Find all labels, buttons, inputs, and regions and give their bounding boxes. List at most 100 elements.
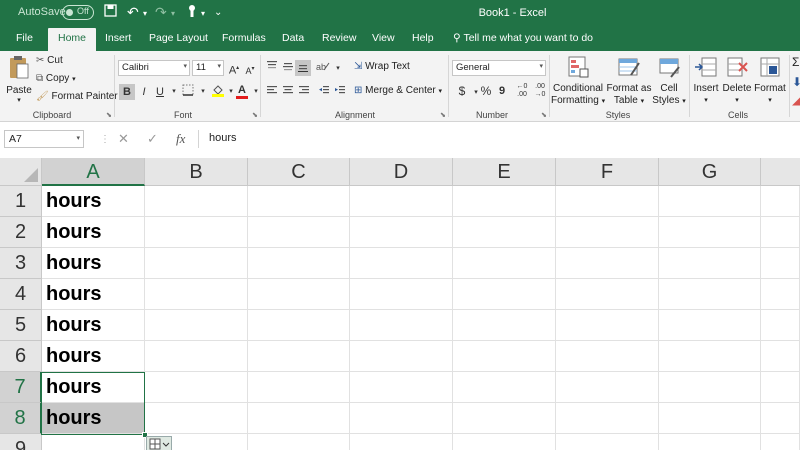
cell-d6[interactable]: [350, 341, 453, 372]
column-header-c[interactable]: C: [248, 158, 350, 186]
column-header-g[interactable]: G: [659, 158, 761, 186]
decrease-decimal-icon[interactable]: .00 →0: [532, 83, 548, 99]
tab-file[interactable]: File: [16, 32, 33, 44]
cell-f8[interactable]: [556, 403, 659, 434]
borders-dropdown-icon[interactable]: ▾: [195, 84, 211, 100]
copy-button[interactable]: ⧉ Copy ▾: [36, 73, 76, 84]
tab-review[interactable]: Review: [322, 32, 356, 44]
cell-a7[interactable]: hours: [42, 372, 145, 403]
column-header-b[interactable]: B: [145, 158, 248, 186]
cell-b2[interactable]: [145, 217, 248, 248]
comma-button[interactable]: 9: [494, 83, 510, 99]
cell-b7[interactable]: [145, 372, 248, 403]
cell-h3[interactable]: [761, 248, 800, 279]
row-header-8[interactable]: 8: [0, 403, 42, 434]
decrease-font-icon[interactable]: A▾: [242, 61, 258, 77]
cell-e4[interactable]: [453, 279, 556, 310]
autosum-icon[interactable]: Σ: [792, 55, 799, 69]
font-color-dropdown-icon[interactable]: ▾: [248, 84, 264, 100]
tell-me-search[interactable]: ⚲ Tell me what you want to do: [453, 32, 593, 44]
tab-formulas[interactable]: Formulas: [222, 32, 266, 44]
cell-c9[interactable]: [248, 434, 350, 450]
cell-b4[interactable]: [145, 279, 248, 310]
italic-button[interactable]: I: [136, 84, 152, 100]
insert-cells-button[interactable]: Insert ▾: [692, 55, 720, 107]
cell-f1[interactable]: [556, 186, 659, 217]
percent-button[interactable]: %: [478, 83, 494, 99]
name-box[interactable]: A7 ▾: [4, 130, 84, 148]
bottom-align-icon[interactable]: [295, 60, 311, 76]
number-format-combo[interactable]: General ▾: [452, 60, 546, 76]
cell-e2[interactable]: [453, 217, 556, 248]
fill-down-icon[interactable]: ⬇: [792, 75, 800, 89]
quick-analysis-button[interactable]: [146, 436, 172, 450]
cell-a5[interactable]: hours: [42, 310, 145, 341]
cell-a9[interactable]: [42, 434, 145, 450]
cell-a8[interactable]: hours: [42, 403, 145, 434]
row-header-6[interactable]: 6: [0, 341, 42, 372]
font-name-combo[interactable]: Calibri ▾: [118, 60, 190, 76]
tab-page-layout[interactable]: Page Layout: [149, 32, 208, 44]
cell-g2[interactable]: [659, 217, 761, 248]
cell-c2[interactable]: [248, 217, 350, 248]
cell-g9[interactable]: [659, 434, 761, 450]
bold-button[interactable]: B: [119, 84, 135, 100]
cell-d4[interactable]: [350, 279, 453, 310]
cell-a3[interactable]: hours: [42, 248, 145, 279]
row-header-3[interactable]: 3: [0, 248, 42, 279]
row-header-2[interactable]: 2: [0, 217, 42, 248]
column-header-d[interactable]: D: [350, 158, 453, 186]
cell-h7[interactable]: [761, 372, 800, 403]
delete-cells-button[interactable]: Delete ▾: [722, 55, 752, 107]
cell-h4[interactable]: [761, 279, 800, 310]
cell-e6[interactable]: [453, 341, 556, 372]
cell-h8[interactable]: [761, 403, 800, 434]
cell-e8[interactable]: [453, 403, 556, 434]
format-as-table-button[interactable]: Format as Table ▾: [606, 55, 652, 108]
cell-g6[interactable]: [659, 341, 761, 372]
row-header-4[interactable]: 4: [0, 279, 42, 310]
cell-g5[interactable]: [659, 310, 761, 341]
increase-indent-icon[interactable]: [332, 84, 348, 100]
align-right-icon[interactable]: [296, 84, 312, 100]
cell-b6[interactable]: [145, 341, 248, 372]
cell-c5[interactable]: [248, 310, 350, 341]
format-painter-button[interactable]: 🖌 Format Painter: [36, 91, 118, 102]
cell-d9[interactable]: [350, 434, 453, 450]
tab-view[interactable]: View: [372, 32, 395, 44]
cell-f7[interactable]: [556, 372, 659, 403]
cancel-icon[interactable]: ✕: [118, 131, 129, 147]
number-launcher-icon[interactable]: ⬊: [541, 111, 547, 119]
cell-d5[interactable]: [350, 310, 453, 341]
cell-d8[interactable]: [350, 403, 453, 434]
cut-button[interactable]: ✂ Cut: [36, 55, 63, 66]
merge-center-button[interactable]: ⊞ Merge & Center ▾: [354, 85, 442, 96]
cell-g3[interactable]: [659, 248, 761, 279]
cell-g7[interactable]: [659, 372, 761, 403]
cell-c7[interactable]: [248, 372, 350, 403]
increase-font-icon[interactable]: A▴: [226, 60, 242, 77]
cell-h9[interactable]: [761, 434, 800, 450]
tab-data[interactable]: Data: [282, 32, 304, 44]
alignment-launcher-icon[interactable]: ⬊: [440, 111, 446, 119]
middle-align-icon[interactable]: [280, 60, 296, 76]
tab-help[interactable]: Help: [412, 32, 434, 44]
cell-f4[interactable]: [556, 279, 659, 310]
formula-bar-splitter[interactable]: ⋮: [100, 134, 110, 145]
clipboard-launcher-icon[interactable]: ⬊: [106, 111, 112, 119]
select-all-button[interactable]: [0, 158, 42, 186]
cell-a2[interactable]: hours: [42, 217, 145, 248]
cell-c6[interactable]: [248, 341, 350, 372]
cell-b8[interactable]: [145, 403, 248, 434]
cell-d2[interactable]: [350, 217, 453, 248]
cell-f5[interactable]: [556, 310, 659, 341]
wrap-text-button[interactable]: ⇲ Wrap Text: [354, 61, 410, 72]
cell-a1[interactable]: hours: [42, 186, 145, 217]
cell-b1[interactable]: [145, 186, 248, 217]
cell-h5[interactable]: [761, 310, 800, 341]
enter-icon[interactable]: ✓: [147, 131, 158, 147]
cell-g8[interactable]: [659, 403, 761, 434]
cell-e1[interactable]: [453, 186, 556, 217]
orientation-dropdown-icon[interactable]: ▾: [330, 61, 346, 77]
cell-a4[interactable]: hours: [42, 279, 145, 310]
